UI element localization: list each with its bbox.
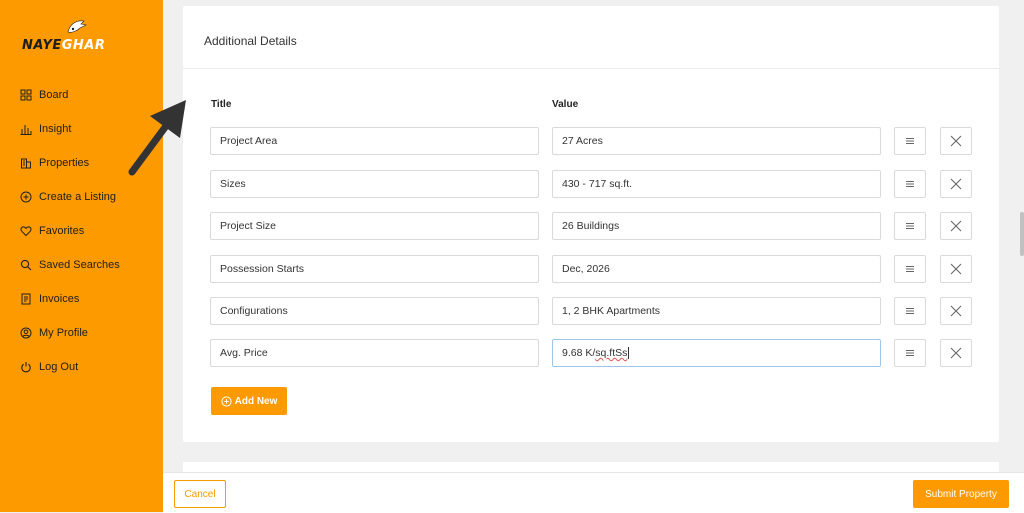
bar-chart-icon xyxy=(20,125,32,135)
detail-title-input[interactable]: Sizes xyxy=(210,170,539,198)
detail-title-input[interactable]: Possession Starts xyxy=(210,255,539,283)
detail-value-input-active[interactable]: 9.68 K/sq.ftSs xyxy=(552,339,881,367)
drag-handle-button[interactable] xyxy=(894,339,926,367)
invoice-icon xyxy=(21,293,31,305)
close-icon xyxy=(950,347,962,359)
sidebar-item-label: Log Out xyxy=(39,361,79,373)
column-header-value: Value xyxy=(552,99,579,110)
sidebar-item-board[interactable]: Board xyxy=(20,78,120,112)
annotation-arrow-icon xyxy=(128,100,186,176)
detail-title-input[interactable]: Avg. Price xyxy=(210,339,539,367)
detail-title-input[interactable]: Configurations xyxy=(210,297,539,325)
misspelled-text: sq.ftSs xyxy=(595,347,628,359)
menu-icon xyxy=(906,308,914,314)
value-text: 9.68 K/ xyxy=(562,347,596,359)
brand-logo[interactable]: NAYEGHAR xyxy=(22,18,132,58)
menu-icon xyxy=(906,138,914,144)
plus-circle-icon xyxy=(221,395,232,407)
close-icon xyxy=(950,305,962,317)
form-footer: Cancel Submit Property xyxy=(163,472,1024,513)
detail-value-input[interactable]: 430 - 717 sq.ft. xyxy=(552,170,881,198)
sidebar-item-label: Invoices xyxy=(39,293,80,305)
cancel-button[interactable]: Cancel xyxy=(174,480,226,508)
add-new-label: Add New xyxy=(234,395,278,407)
sidebar-item-create-listing[interactable]: Create a Listing xyxy=(20,180,120,214)
column-header-title: Title xyxy=(211,99,232,110)
sidebar: NAYEGHAR Board Insight Properties Create… xyxy=(0,0,163,512)
sidebar-item-label: Properties xyxy=(39,157,90,169)
close-icon xyxy=(950,178,962,190)
detail-title-input[interactable]: Project Size xyxy=(210,212,539,240)
menu-icon xyxy=(906,181,914,187)
text-caret xyxy=(628,347,630,360)
sidebar-item-label: Board xyxy=(39,89,69,101)
sidebar-item-label: Create a Listing xyxy=(39,191,117,203)
sidebar-item-saved-searches[interactable]: Saved Searches xyxy=(20,248,120,282)
detail-value-input[interactable]: Dec, 2026 xyxy=(552,255,881,283)
drag-handle-button[interactable] xyxy=(894,255,926,283)
submit-property-button[interactable]: Submit Property xyxy=(913,480,1009,508)
drag-handle-button[interactable] xyxy=(894,212,926,240)
sidebar-item-label: Favorites xyxy=(39,225,85,237)
sidebar-item-invoices[interactable]: Invoices xyxy=(20,282,120,316)
drag-handle-button[interactable] xyxy=(894,297,926,325)
section-divider xyxy=(183,68,999,69)
remove-row-button[interactable] xyxy=(940,339,972,367)
menu-icon xyxy=(906,223,914,229)
remove-row-button[interactable] xyxy=(940,255,972,283)
heart-icon xyxy=(20,226,32,237)
building-icon xyxy=(21,158,31,169)
profile-icon xyxy=(20,327,32,339)
drag-handle-button[interactable] xyxy=(894,170,926,198)
remove-row-button[interactable] xyxy=(940,212,972,240)
sidebar-nav: Board Insight Properties Create a Listin… xyxy=(20,78,120,384)
power-icon xyxy=(21,362,31,373)
board-icon xyxy=(20,89,32,101)
add-new-button[interactable]: Add New xyxy=(211,387,287,415)
sidebar-item-my-profile[interactable]: My Profile xyxy=(20,316,120,350)
drag-handle-button[interactable] xyxy=(894,127,926,155)
additional-details-card: Additional Details Title Value Project A… xyxy=(183,6,999,442)
brand-name: NAYEGHAR xyxy=(22,38,106,53)
close-icon xyxy=(950,135,962,147)
remove-row-button[interactable] xyxy=(940,297,972,325)
main-content: Additional Details Title Value Project A… xyxy=(163,0,1024,513)
detail-title-input[interactable]: Project Area xyxy=(210,127,539,155)
search-icon xyxy=(20,259,32,271)
sidebar-item-favorites[interactable]: Favorites xyxy=(20,214,120,248)
detail-value-input[interactable]: 26 Buildings xyxy=(552,212,881,240)
menu-icon xyxy=(906,266,914,272)
detail-value-input[interactable]: 27 Acres xyxy=(552,127,881,155)
sidebar-item-label: Saved Searches xyxy=(39,259,120,271)
detail-value-input[interactable]: 1, 2 BHK Apartments xyxy=(552,297,881,325)
scrollbar-thumb[interactable] xyxy=(1020,212,1024,256)
sidebar-item-insight[interactable]: Insight xyxy=(20,112,120,146)
menu-icon xyxy=(906,350,914,356)
close-icon xyxy=(950,220,962,232)
sidebar-item-properties[interactable]: Properties xyxy=(20,146,120,180)
close-icon xyxy=(950,263,962,275)
section-title: Additional Details xyxy=(204,34,297,48)
sidebar-item-label: My Profile xyxy=(39,327,88,339)
plus-circle-icon xyxy=(20,191,32,203)
sidebar-item-log-out[interactable]: Log Out xyxy=(20,350,120,384)
remove-row-button[interactable] xyxy=(940,127,972,155)
logo-mark-icon xyxy=(67,20,87,33)
sidebar-item-label: Insight xyxy=(39,123,72,135)
remove-row-button[interactable] xyxy=(940,170,972,198)
